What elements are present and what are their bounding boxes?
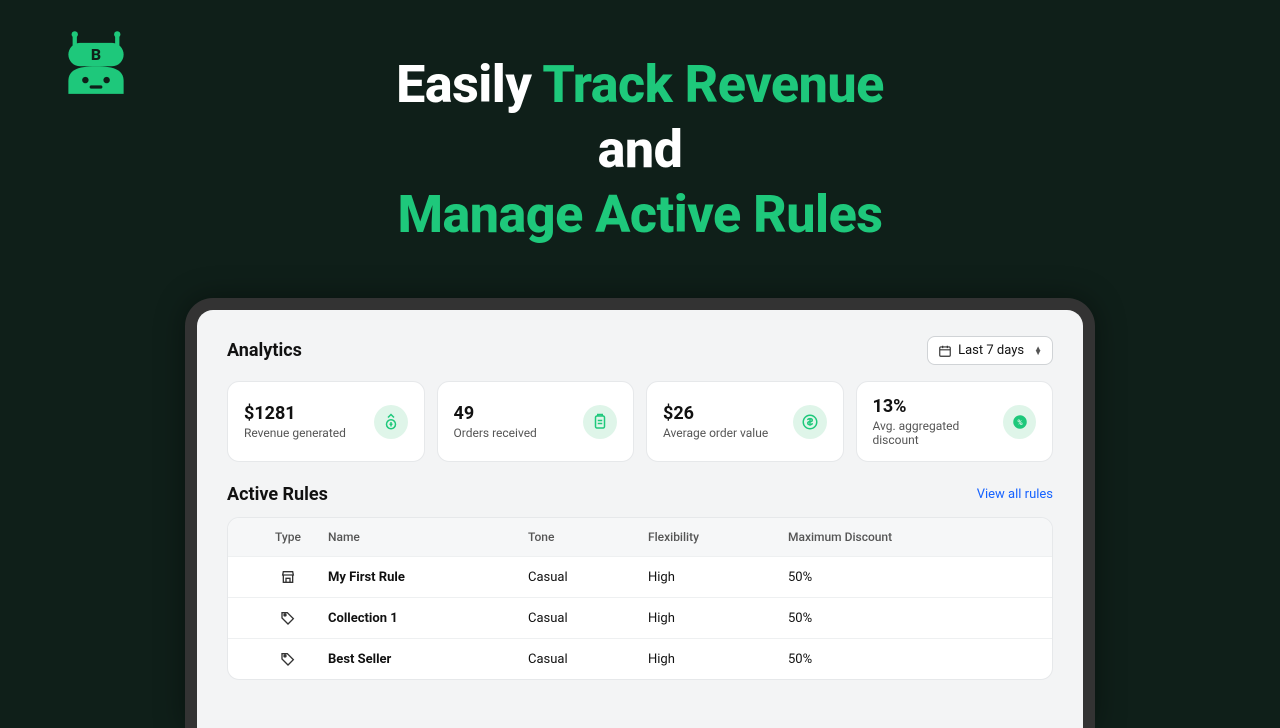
- tag-icon: [280, 651, 296, 667]
- rules-table: Type Name Tone Flexibility Maximum Disco…: [227, 517, 1053, 680]
- rule-flexibility: High: [648, 611, 788, 626]
- app-screen: Analytics Last 7 days ▲▼ $1281 Reven: [197, 310, 1083, 728]
- date-range-picker[interactable]: Last 7 days ▲▼: [927, 336, 1053, 365]
- view-all-rules-link[interactable]: View all rules: [977, 487, 1053, 502]
- rule-name: My First Rule: [328, 570, 528, 585]
- card-aov-value: $26: [663, 403, 768, 424]
- card-orders: 49 Orders received: [437, 381, 635, 462]
- page-headline: Easily Track Revenue and Manage Active R…: [396, 52, 884, 247]
- rule-maxdiscount: 50%: [788, 570, 1032, 585]
- rule-tone: Casual: [528, 611, 648, 626]
- sort-icon: ▲▼: [1034, 347, 1042, 355]
- metric-cards: $1281 Revenue generated 49 Orders receiv…: [227, 381, 1053, 462]
- rule-name: Best Seller: [328, 652, 528, 667]
- card-aov: $26 Average order value: [646, 381, 844, 462]
- rule-maxdiscount: 50%: [788, 652, 1032, 667]
- rule-maxdiscount: 50%: [788, 611, 1032, 626]
- svg-text:B: B: [91, 45, 101, 64]
- brand-logo: B: [62, 28, 130, 100]
- card-discount-value: 13%: [873, 396, 1004, 417]
- card-discount-label: Avg. aggregated discount: [873, 419, 1004, 447]
- card-orders-label: Orders received: [454, 426, 537, 440]
- rule-tone: Casual: [528, 652, 648, 667]
- col-name: Name: [328, 530, 528, 544]
- rule-flexibility: High: [648, 570, 788, 585]
- rule-name: Collection 1: [328, 611, 528, 626]
- card-discount: 13% Avg. aggregated discount %: [856, 381, 1054, 462]
- card-revenue-value: $1281: [244, 403, 346, 424]
- headline-line1-plain: Easily: [396, 54, 542, 115]
- table-row[interactable]: Collection 1 Casual High 50%: [228, 597, 1052, 638]
- card-orders-value: 49: [454, 403, 537, 424]
- rule-tone: Casual: [528, 570, 648, 585]
- date-range-label: Last 7 days: [958, 343, 1024, 358]
- aov-icon: [793, 405, 827, 439]
- col-tone: Tone: [528, 530, 648, 544]
- col-flexibility: Flexibility: [648, 530, 788, 544]
- col-maxdiscount: Maximum Discount: [788, 530, 1032, 544]
- table-row[interactable]: Best Seller Casual High 50%: [228, 638, 1052, 679]
- store-icon: [280, 569, 296, 585]
- headline-line2: and: [396, 117, 884, 182]
- tablet-frame: Analytics Last 7 days ▲▼ $1281 Reven: [185, 298, 1095, 728]
- svg-text:%: %: [1017, 418, 1023, 427]
- rule-flexibility: High: [648, 652, 788, 667]
- active-rules-title: Active Rules: [227, 484, 328, 505]
- calendar-icon: [938, 344, 952, 358]
- card-revenue-label: Revenue generated: [244, 426, 346, 440]
- discount-icon: %: [1003, 405, 1036, 439]
- robot-icon: B: [62, 28, 130, 96]
- card-aov-label: Average order value: [663, 426, 768, 440]
- analytics-title: Analytics: [227, 340, 302, 361]
- tag-icon: [280, 610, 296, 626]
- revenue-icon: [374, 405, 408, 439]
- card-revenue: $1281 Revenue generated: [227, 381, 425, 462]
- orders-icon: [583, 405, 617, 439]
- table-header: Type Name Tone Flexibility Maximum Disco…: [228, 518, 1052, 556]
- headline-line3: Manage Active Rules: [396, 182, 884, 247]
- table-row[interactable]: My First Rule Casual High 50%: [228, 556, 1052, 597]
- headline-line1-accent: Track Revenue: [542, 54, 883, 115]
- col-type: Type: [248, 530, 328, 544]
